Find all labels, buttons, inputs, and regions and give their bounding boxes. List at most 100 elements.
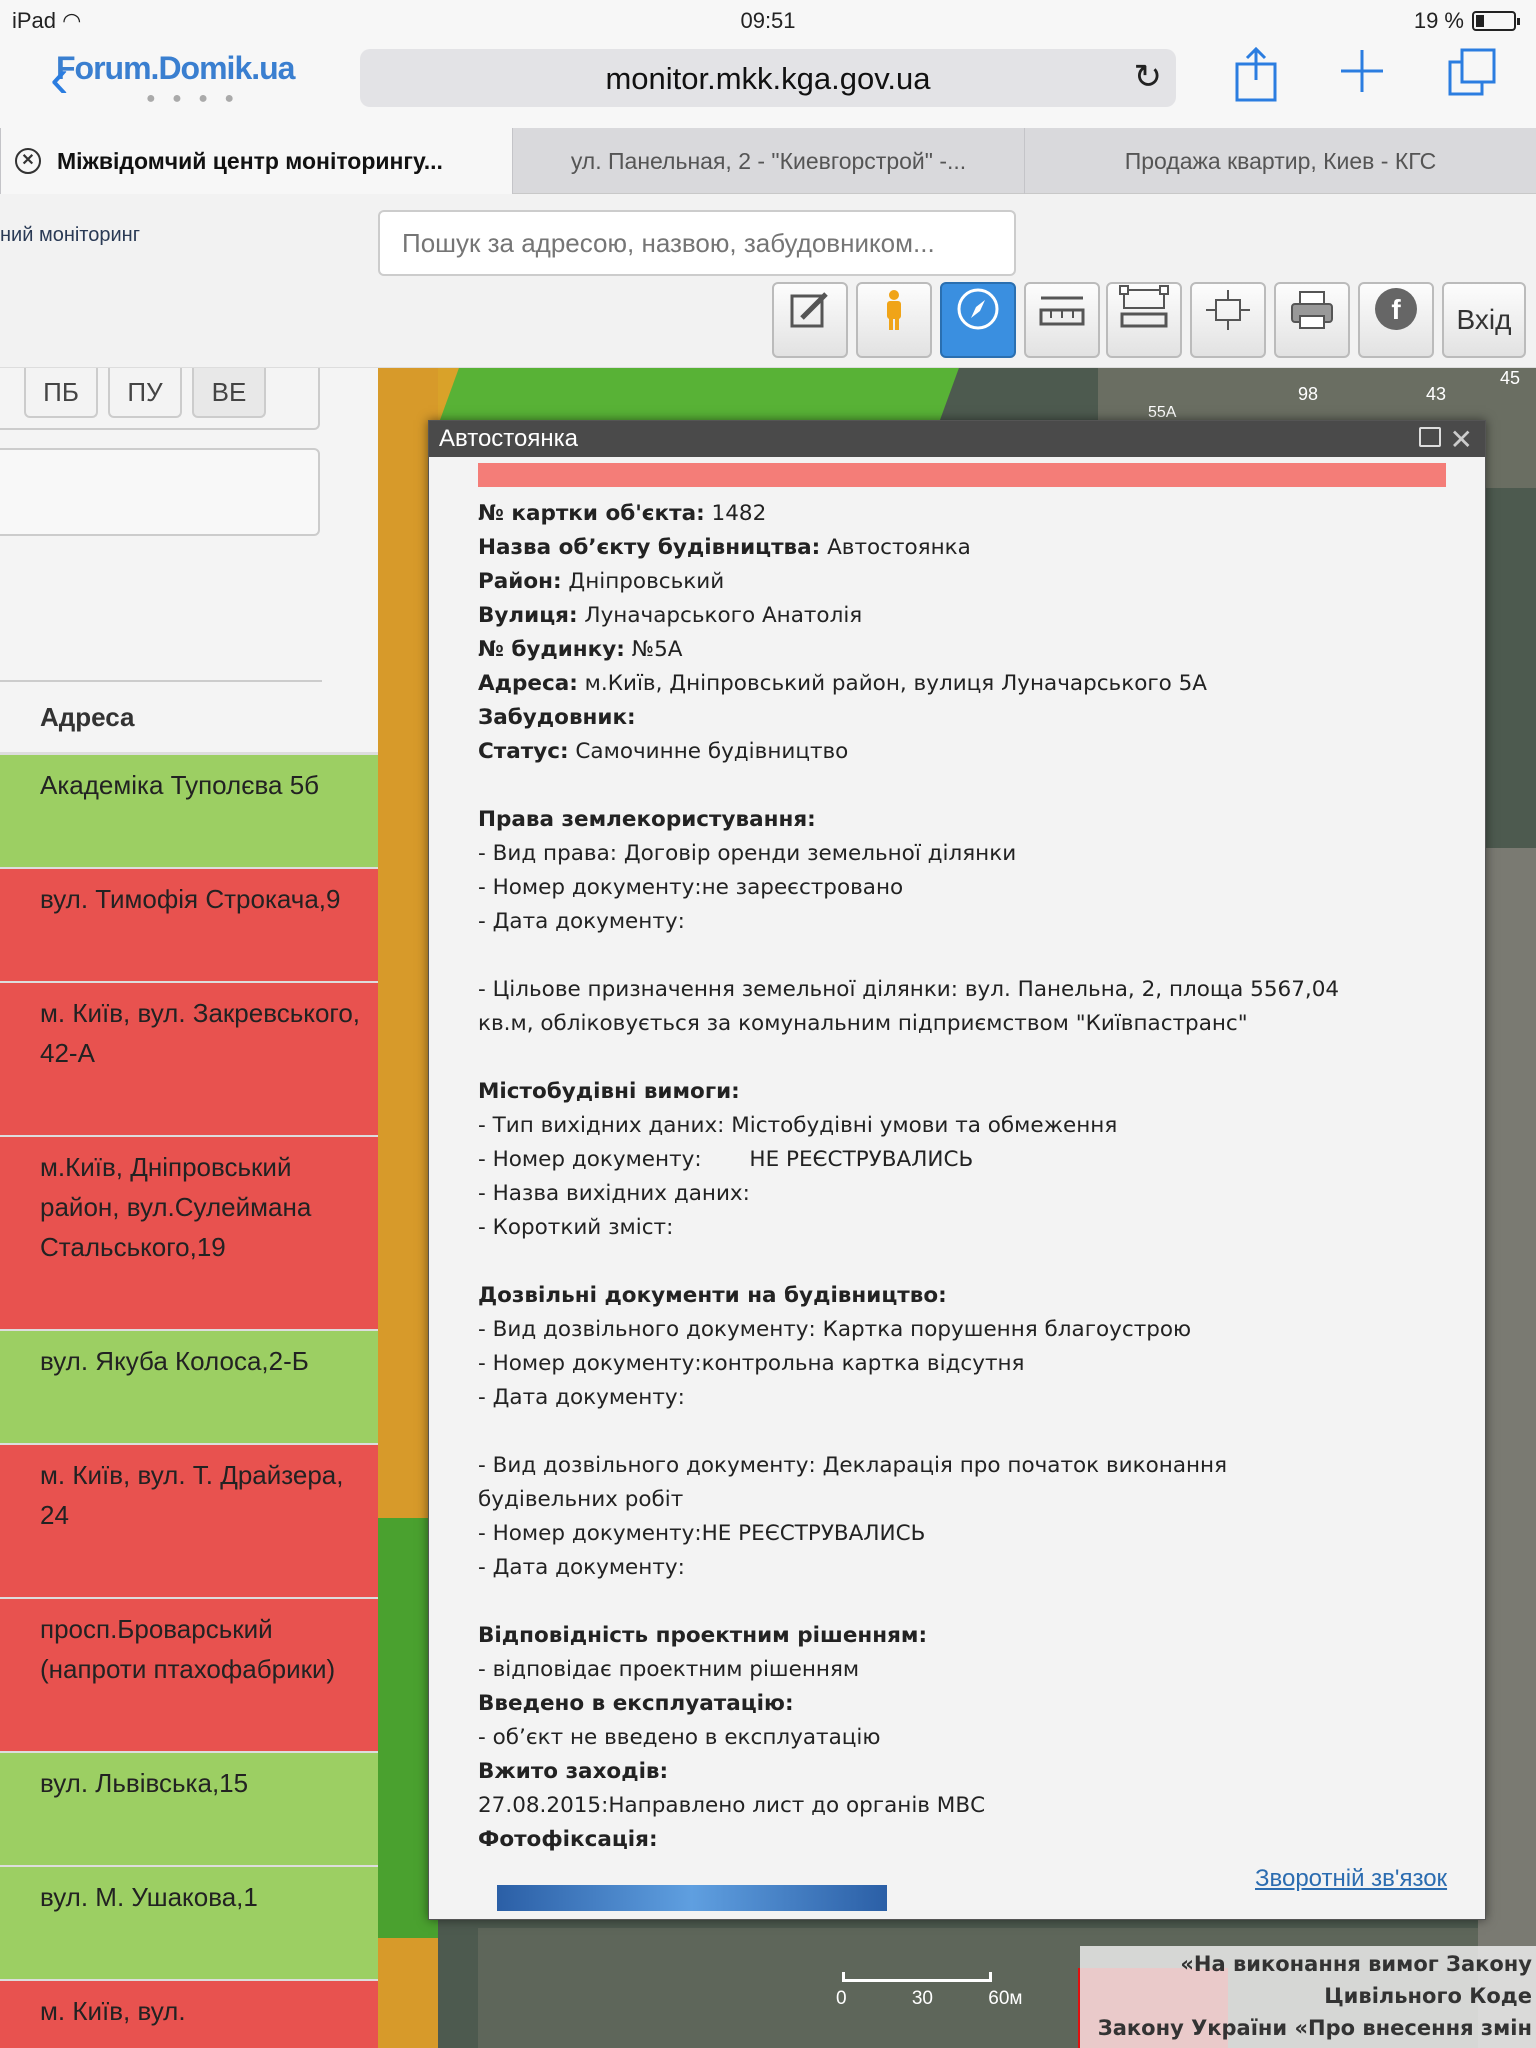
site-logo: Forum.Domik.ua bbox=[56, 50, 295, 86]
detail-label: Назва об’єкту будівництва: bbox=[478, 535, 821, 560]
detail-line: № картки об'єкта: 1482 bbox=[478, 497, 1446, 531]
detail-line: - Короткий зміст: bbox=[478, 1211, 1446, 1245]
edit-icon[interactable] bbox=[772, 282, 848, 358]
detail-line: Вжито заходів: bbox=[478, 1755, 1446, 1789]
tabs-icon[interactable] bbox=[1444, 46, 1500, 106]
list-item[interactable]: м.Київ, Дніпровський район, вул.Сулейман… bbox=[0, 1137, 378, 1331]
tab-kgs[interactable]: Продажа квартир, Киев - КГС bbox=[1024, 128, 1536, 194]
new-tab-icon[interactable] bbox=[1334, 46, 1390, 106]
street-view-icon[interactable] bbox=[856, 282, 932, 358]
photo-thumbnail[interactable] bbox=[497, 1885, 887, 1911]
list-item[interactable]: просп.Броварський (напроти птахофабрики) bbox=[0, 1599, 378, 1753]
detail-line: Містобудівні вимоги: bbox=[478, 1075, 1446, 1109]
detail-line: - об’єкт не введено в експлуатацію bbox=[478, 1721, 1446, 1755]
address-bar[interactable]: monitor.mkk.kga.gov.ua ↻ bbox=[360, 49, 1176, 107]
feedback-link[interactable]: Зворотній зв'язок bbox=[1255, 1865, 1447, 1893]
list-item[interactable]: м. Київ, вул. Закревського, 42-А bbox=[0, 983, 378, 1137]
compass-icon[interactable] bbox=[940, 282, 1016, 358]
list-item[interactable]: вул. М. Ушакова,1 bbox=[0, 1867, 378, 1981]
detail-line: - Номер документу:не зареєстровано bbox=[478, 871, 1446, 905]
detail-label: Забудовник: bbox=[478, 705, 636, 730]
detail-value: м.Київ, Дніпровський район, вулиця Лунач… bbox=[577, 671, 1208, 696]
detail-line: - Номер документу: НЕ РЕЄСТРУВАЛИСЬ bbox=[478, 1143, 1446, 1177]
close-icon[interactable]: ✕ bbox=[1450, 423, 1473, 456]
tab-panelna[interactable]: ул. Панельная, 2 - "Киевгорстрой" -... bbox=[512, 128, 1024, 194]
detail-value: - Тип вихідних даних: Містобудівні умови… bbox=[478, 1113, 1118, 1138]
detail-label: Введено в експлуатацію: bbox=[478, 1691, 794, 1716]
site-title[interactable]: ний моніторинг bbox=[0, 224, 140, 247]
detail-line bbox=[478, 1245, 1446, 1279]
status-bar: iPad ◠ 09:51 19 % bbox=[0, 0, 1536, 40]
popup-title: Автостоянка bbox=[429, 421, 1485, 457]
list-item[interactable]: Академіка Туполєва 5б bbox=[0, 755, 378, 869]
battery-icon bbox=[1472, 11, 1520, 31]
detail-label: Район: bbox=[478, 569, 562, 594]
filter-pu-button[interactable]: ПУ bbox=[108, 368, 182, 418]
url-text: monitor.mkk.kga.gov.ua bbox=[605, 61, 931, 96]
login-button[interactable]: Вхід bbox=[1442, 282, 1526, 358]
back-icon[interactable]: ‹ bbox=[50, 50, 69, 106]
detail-value: - Вид дозвільного документу: Декларація … bbox=[478, 1453, 1228, 1478]
detail-line: - Цільове призначення земельної ділянки:… bbox=[478, 973, 1446, 1007]
detail-line: Назва об’єкту будівництва: Автостоянка bbox=[478, 531, 1446, 565]
detail-value: 27.08.2015:Направлено лист до органів МВ… bbox=[478, 1793, 986, 1818]
objects-list-panel: ПБ ПУ ВЕ Адреса Академіка Туполєва 5б ву… bbox=[0, 368, 378, 2048]
print-icon[interactable] bbox=[1274, 282, 1350, 358]
detail-label: Фотофіксація: bbox=[478, 1827, 658, 1852]
detail-value: Самочинне будівництво bbox=[568, 739, 849, 764]
tab-monitoring[interactable]: ✕ Міжвідомчий центр моніторингу... bbox=[0, 128, 512, 194]
list-item[interactable]: м. Київ, вул. Т. Драйзера, 24 bbox=[0, 1445, 378, 1599]
detail-line: кв.м, обліковується за комунальним підпр… bbox=[478, 1007, 1446, 1041]
detail-value: - Короткий зміст: bbox=[478, 1215, 674, 1240]
detail-value: - Дата документу: bbox=[478, 1385, 685, 1410]
object-details: № картки об'єкта: 1482 Назва об’єкту буді… bbox=[478, 497, 1446, 1857]
legal-notice: «На виконання вимог Закону Цивільного Ко… bbox=[1080, 1946, 1536, 2048]
detail-label: Відповідність проектним рішенням: bbox=[478, 1623, 928, 1648]
divider bbox=[0, 680, 322, 682]
area-measure-icon[interactable] bbox=[1106, 282, 1182, 358]
detail-line: Відповідність проектним рішенням: bbox=[478, 1619, 1446, 1653]
detail-line: - Назва вихідних даних: bbox=[478, 1177, 1446, 1211]
fullscreen-icon[interactable] bbox=[1190, 282, 1266, 358]
reload-icon[interactable]: ↻ bbox=[1134, 57, 1163, 97]
search-input[interactable] bbox=[378, 210, 1016, 276]
detail-line: Вулиця: Луначарського Анатолія bbox=[478, 599, 1446, 633]
filter-pb-button[interactable]: ПБ bbox=[24, 368, 98, 418]
detail-line: - Дата документу: bbox=[478, 1551, 1446, 1585]
detail-value: №5А bbox=[624, 637, 683, 662]
list-item[interactable]: вул. Тимофія Строкача,9 bbox=[0, 869, 378, 983]
list-item[interactable]: м. Київ, вул. bbox=[0, 1981, 378, 2048]
detail-line: будівельних робіт bbox=[478, 1483, 1446, 1517]
map-label: 43 bbox=[1426, 384, 1447, 404]
detail-value: - Номер документу: НЕ РЕЄСТРУВАЛИСЬ bbox=[478, 1147, 974, 1172]
detail-label: Права землекористування: bbox=[478, 807, 816, 832]
tab-bar: ✕ Міжвідомчий центр моніторингу... ул. П… bbox=[0, 128, 1536, 194]
detail-line: - Вид дозвільного документу: Картка пору… bbox=[478, 1313, 1446, 1347]
detail-value: - Дата документу: bbox=[478, 909, 685, 934]
close-tab-icon[interactable]: ✕ bbox=[15, 148, 41, 174]
map-label: 98 bbox=[1298, 384, 1319, 404]
filter-ve-button[interactable]: ВЕ bbox=[192, 368, 266, 418]
filter-input-box[interactable] bbox=[0, 448, 320, 536]
logo-dots: ● ● ● ● bbox=[146, 90, 240, 107]
share-icon[interactable] bbox=[1228, 46, 1284, 106]
detail-value: Луначарського Анатолія bbox=[577, 603, 863, 628]
list-item[interactable]: вул. Львівська,15 bbox=[0, 1753, 378, 1867]
detail-line bbox=[478, 939, 1446, 973]
maximize-icon[interactable] bbox=[1419, 427, 1441, 447]
detail-line: - Дата документу: bbox=[478, 905, 1446, 939]
list-item[interactable]: вул. Якуба Колоса,2-Б bbox=[0, 1331, 378, 1445]
facebook-icon[interactable]: f bbox=[1358, 282, 1434, 358]
detail-label: Вулиця: bbox=[478, 603, 578, 628]
detail-value: - Номер документу:не зареєстровано bbox=[478, 875, 904, 900]
detail-value: - Номер документу:контрольна картка відс… bbox=[478, 1351, 1025, 1376]
detail-label: Адреса: bbox=[478, 671, 578, 696]
address-column-header[interactable]: Адреса bbox=[40, 702, 135, 733]
scale-label: 0 bbox=[836, 1988, 847, 2009]
detail-line bbox=[478, 1415, 1446, 1449]
battery-status: 19 % bbox=[1414, 8, 1520, 34]
detail-value: - Вид дозвільного документу: Картка пору… bbox=[478, 1317, 1192, 1342]
detail-value: - Вид права: Договір оренди земельної ді… bbox=[478, 841, 1017, 866]
ruler-icon[interactable] bbox=[1024, 282, 1100, 358]
tab-title: Міжвідомчий центр моніторингу... bbox=[57, 148, 443, 174]
